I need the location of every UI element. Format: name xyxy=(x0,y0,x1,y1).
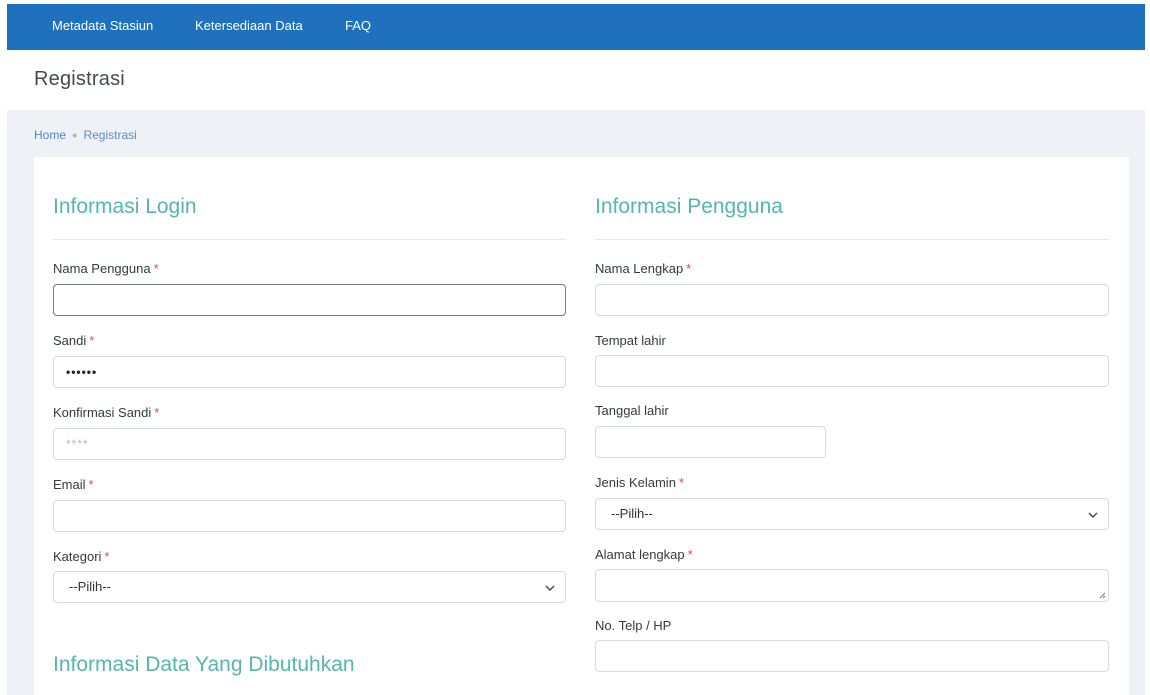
nav-metadata-stasiun[interactable]: Metadata Stasiun xyxy=(52,4,153,50)
required-marker: * xyxy=(89,333,95,348)
nav-ketersediaan-data[interactable]: Ketersediaan Data xyxy=(195,4,303,50)
address-label: Alamat lengkap * xyxy=(595,547,693,562)
gender-select[interactable]: --Pilih-- xyxy=(595,498,1109,530)
breadcrumb-current: Registrasi xyxy=(83,128,137,142)
confirm-password-input[interactable]: **** xyxy=(53,428,566,460)
breadcrumb: Home ● Registrasi xyxy=(34,127,137,143)
required-marker: * xyxy=(153,261,159,276)
username-label: Nama Pengguna * xyxy=(53,261,159,276)
gender-selected-value: --Pilih-- xyxy=(611,506,653,521)
user-section-divider xyxy=(595,239,1109,240)
chevron-down-icon xyxy=(545,585,555,591)
required-marker: * xyxy=(88,477,94,492)
username-input[interactable] xyxy=(53,284,566,316)
required-marker: * xyxy=(686,261,692,276)
required-marker: * xyxy=(687,547,693,562)
birthdate-input[interactable] xyxy=(595,426,826,458)
password-label: Sandi * xyxy=(53,333,95,348)
confirm-password-label: Konfirmasi Sandi * xyxy=(53,405,160,420)
page-title: Registrasi xyxy=(34,68,125,90)
fullname-input[interactable] xyxy=(595,284,1109,316)
user-section-heading: Informasi Pengguna xyxy=(595,195,783,218)
nav-faq[interactable]: FAQ xyxy=(345,4,371,50)
breadcrumb-separator-icon: ● xyxy=(72,130,78,140)
fullname-label: Nama Lengkap * xyxy=(595,261,692,276)
category-select[interactable]: --Pilih-- xyxy=(53,571,566,603)
breadcrumb-home-link[interactable]: Home xyxy=(34,128,66,142)
category-label: Kategori * xyxy=(53,549,110,564)
chevron-down-icon xyxy=(1088,512,1098,518)
login-section-divider xyxy=(53,239,566,240)
required-marker: * xyxy=(678,475,684,490)
login-section-heading: Informasi Login xyxy=(53,195,197,218)
birthdate-label: Tanggal lahir xyxy=(595,403,669,418)
address-textarea[interactable] xyxy=(595,569,1109,602)
gender-label: Jenis Kelamin * xyxy=(595,475,684,490)
email-input[interactable] xyxy=(53,500,566,532)
required-marker: * xyxy=(104,549,110,564)
phone-label: No. Telp / HP xyxy=(595,618,672,633)
registration-form-card: Informasi Login Nama Pengguna * Sandi * ••… xyxy=(34,157,1129,695)
data-needs-section-heading: Informasi Data Yang Dibutuhkan xyxy=(53,653,355,676)
password-input[interactable]: •••••• xyxy=(53,356,566,388)
email-label: Email * xyxy=(53,477,94,492)
confirm-password-placeholder: **** xyxy=(66,437,89,451)
birthplace-input[interactable] xyxy=(595,355,1109,387)
phone-input[interactable] xyxy=(595,640,1109,672)
password-masked-value: •••••• xyxy=(66,365,98,379)
category-selected-value: --Pilih-- xyxy=(69,579,111,594)
birthplace-label: Tempat lahir xyxy=(595,333,666,348)
top-navbar: Metadata Stasiun Ketersediaan Data FAQ xyxy=(7,4,1145,50)
resize-grip-icon[interactable] xyxy=(1098,591,1106,599)
required-marker: * xyxy=(154,405,160,420)
